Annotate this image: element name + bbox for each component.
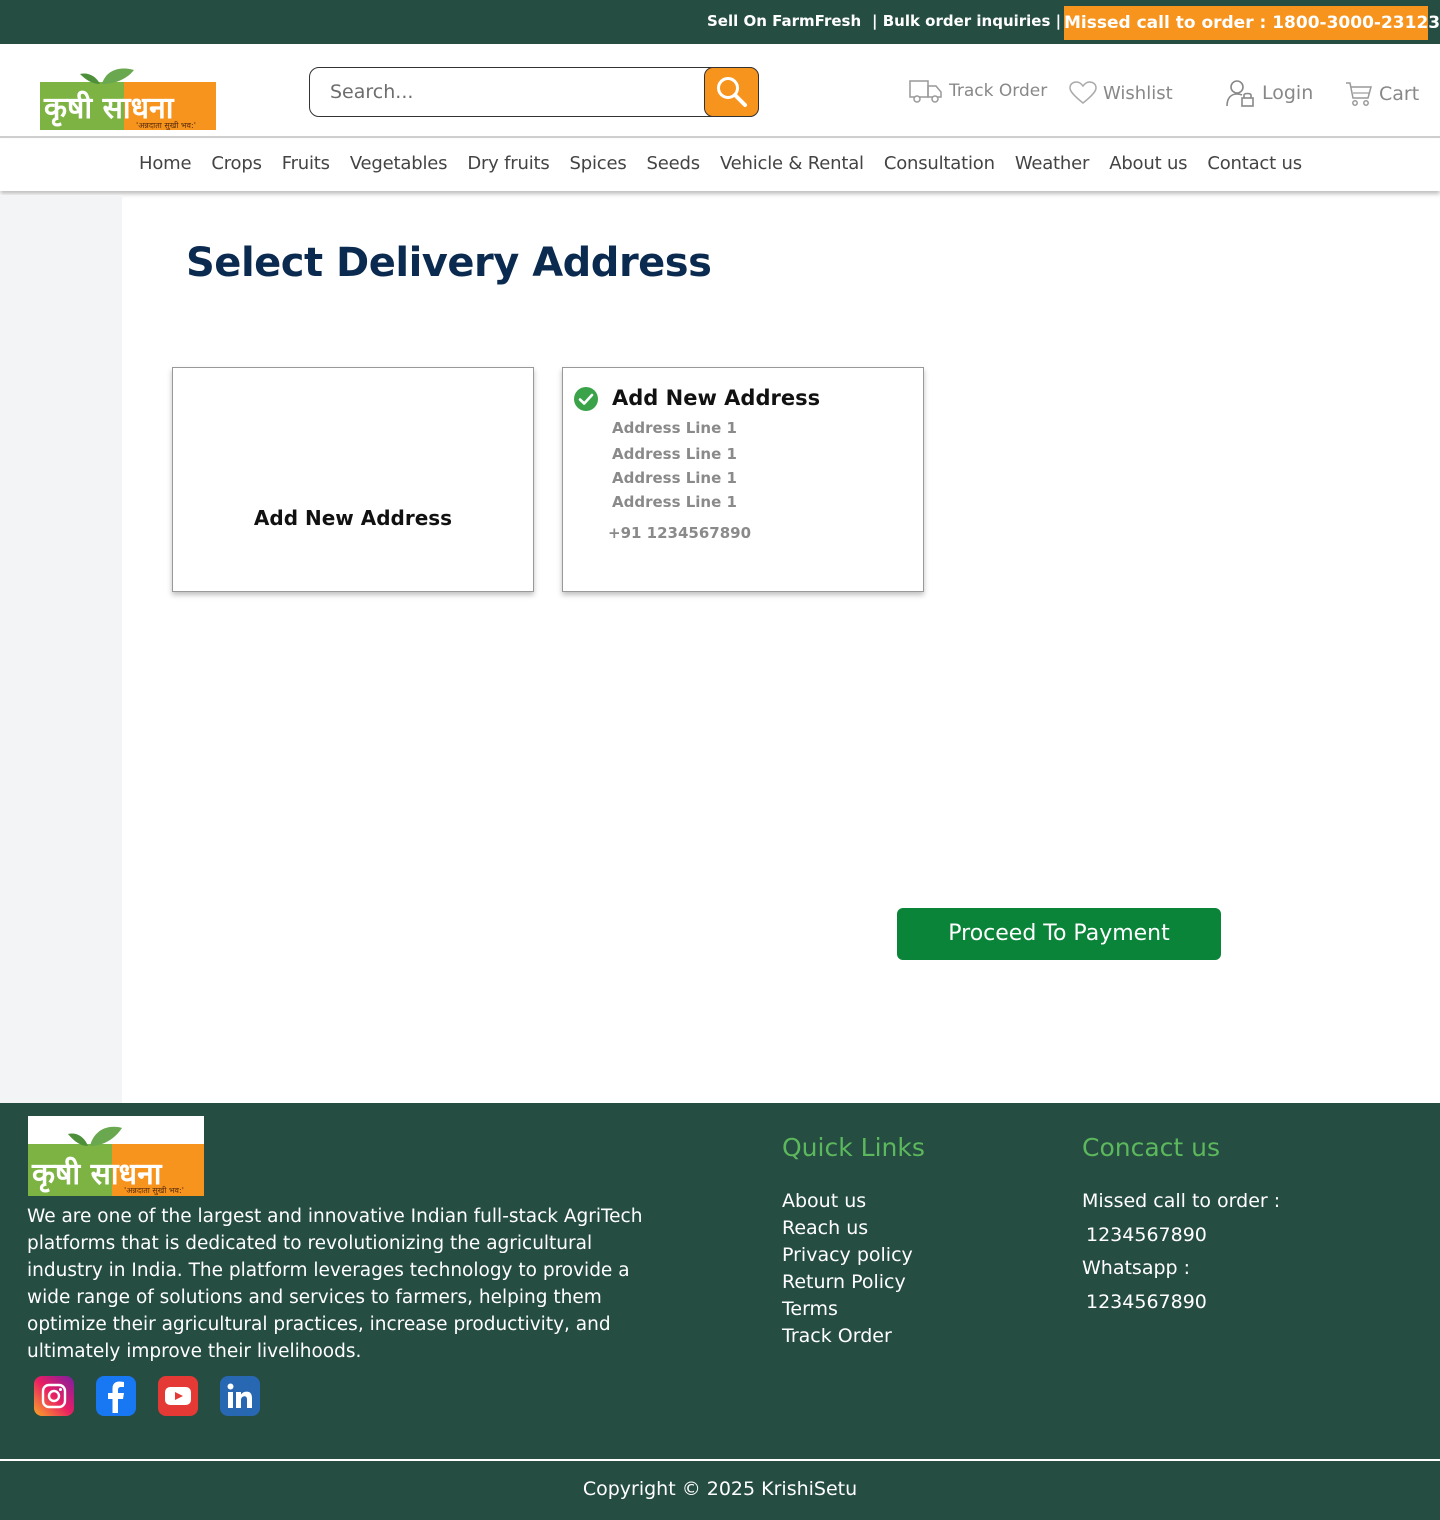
whatsapp-label: Whatsapp : <box>1082 1257 1191 1279</box>
search-button[interactable] <box>704 67 759 117</box>
instagram-icon[interactable] <box>34 1376 74 1416</box>
contact-info: Missed call to order : 1234567890 Whatsa… <box>1082 1188 1280 1322</box>
address-card[interactable]: Add New Address Address Line 1 Address L… <box>562 367 924 592</box>
copyright-text: Copyright © 2025 KrishiSetu <box>582 1478 858 1500</box>
login-link[interactable]: Login <box>1226 78 1313 108</box>
sell-link[interactable]: Sell On FarmFresh <box>707 12 861 30</box>
search-icon <box>716 77 747 107</box>
footer-link-terms[interactable]: Terms <box>782 1296 913 1323</box>
contact-heading: Concact us <box>1082 1133 1221 1162</box>
footer-link-privacy-policy[interactable]: Privacy policy <box>782 1242 913 1269</box>
quick-links-list: About us Reach us Privacy policy Return … <box>782 1188 913 1350</box>
nav-vegetables[interactable]: Vegetables <box>340 153 457 174</box>
main-nav: Home Crops Fruits Vegetables Dry fruits … <box>0 139 1440 191</box>
linkedin-icon[interactable] <box>220 1376 260 1416</box>
quick-links-heading: Quick Links <box>782 1133 925 1162</box>
footer-divider <box>0 1459 1440 1461</box>
proceed-to-payment-button[interactable]: Proceed To Payment <box>897 908 1221 960</box>
footer-link-return-policy[interactable]: Return Policy <box>782 1269 913 1296</box>
footer-logo[interactable]: कृषी साधना 'अन्नदाता सुखी भव:' <box>28 1116 204 1196</box>
login-label: Login <box>1262 82 1314 104</box>
footer-link-reach-us[interactable]: Reach us <box>782 1215 913 1242</box>
address-line: Address Line 1 <box>612 419 737 437</box>
missed-call-label: Missed call to order : <box>1082 1190 1281 1212</box>
footer-logo-tagline: 'अन्नदाता सुखी भव:' <box>124 1185 184 1196</box>
footer: कृषी साधना 'अन्नदाता सुखी भव:' We are on… <box>0 1103 1440 1520</box>
page-title: Select Delivery Address <box>186 240 712 286</box>
footer-about-text: We are one of the largest and innovative… <box>27 1206 643 1362</box>
top-bar: Sell On FarmFresh | Bulk order inquiries… <box>0 0 1440 44</box>
left-sidebar <box>0 195 122 1103</box>
wishlist-link[interactable]: Wishlist <box>1069 81 1173 105</box>
add-address-card[interactable]: Add New Address <box>172 367 534 592</box>
nav-dry-fruits[interactable]: Dry fruits <box>457 153 559 174</box>
heart-icon <box>1069 81 1097 104</box>
nav-consultation[interactable]: Consultation <box>874 153 1005 174</box>
nav-about-us[interactable]: About us <box>1099 153 1197 174</box>
youtube-icon[interactable] <box>158 1376 198 1416</box>
brand-logo[interactable]: कृषी साधना 'अन्नदाता सुखी भव:' <box>40 66 216 130</box>
truck-icon <box>909 80 942 103</box>
nav-crops[interactable]: Crops <box>201 153 271 174</box>
address-line: Address Line 1 <box>612 493 737 511</box>
missed-call-banner[interactable]: Missed call to order : 1800-3000-23123 <box>1064 6 1440 40</box>
social-links <box>34 1376 282 1416</box>
wishlist-label: Wishlist <box>1103 82 1173 104</box>
search-input[interactable] <box>330 76 700 108</box>
address-phone: +91 1234567890 <box>608 524 752 542</box>
address-line: Address Line 1 <box>612 469 737 487</box>
nav-seeds[interactable]: Seeds <box>637 153 710 174</box>
add-address-label: Add New Address <box>253 506 453 530</box>
cart-icon <box>1346 82 1372 106</box>
nav-contact-us[interactable]: Contact us <box>1197 153 1312 174</box>
address-card-title: Add New Address <box>612 386 821 410</box>
logo-tagline: 'अन्नदाता सुखी भव:' <box>136 120 196 130</box>
footer-link-track-order[interactable]: Track Order <box>782 1323 913 1350</box>
user-lock-icon <box>1226 80 1254 107</box>
check-circle-icon <box>574 387 598 411</box>
track-order-label: Track Order <box>949 81 1048 101</box>
missed-call-number[interactable]: 1234567890 <box>1086 1222 1280 1249</box>
track-order-link[interactable]: Track Order <box>909 78 1047 104</box>
cart-label: Cart <box>1379 83 1420 105</box>
facebook-icon[interactable] <box>96 1376 136 1416</box>
nav-vehicle-rental[interactable]: Vehicle & Rental <box>710 153 874 174</box>
nav-spices[interactable]: Spices <box>560 153 637 174</box>
search-bar <box>309 67 759 117</box>
nav-weather[interactable]: Weather <box>1005 153 1099 174</box>
nav-fruits[interactable]: Fruits <box>272 153 340 174</box>
nav-home[interactable]: Home <box>129 153 201 174</box>
address-line: Address Line 1 <box>612 445 737 463</box>
footer-link-about-us[interactable]: About us <box>782 1188 913 1215</box>
bulk-order-link[interactable]: | Bulk order inquiries | <box>872 12 1061 30</box>
header: कृषी साधना 'अन्नदाता सुखी भव:' Track Ord… <box>0 44 1440 138</box>
cart-link[interactable]: Cart <box>1345 80 1419 108</box>
whatsapp-number[interactable]: 1234567890 <box>1086 1289 1280 1316</box>
